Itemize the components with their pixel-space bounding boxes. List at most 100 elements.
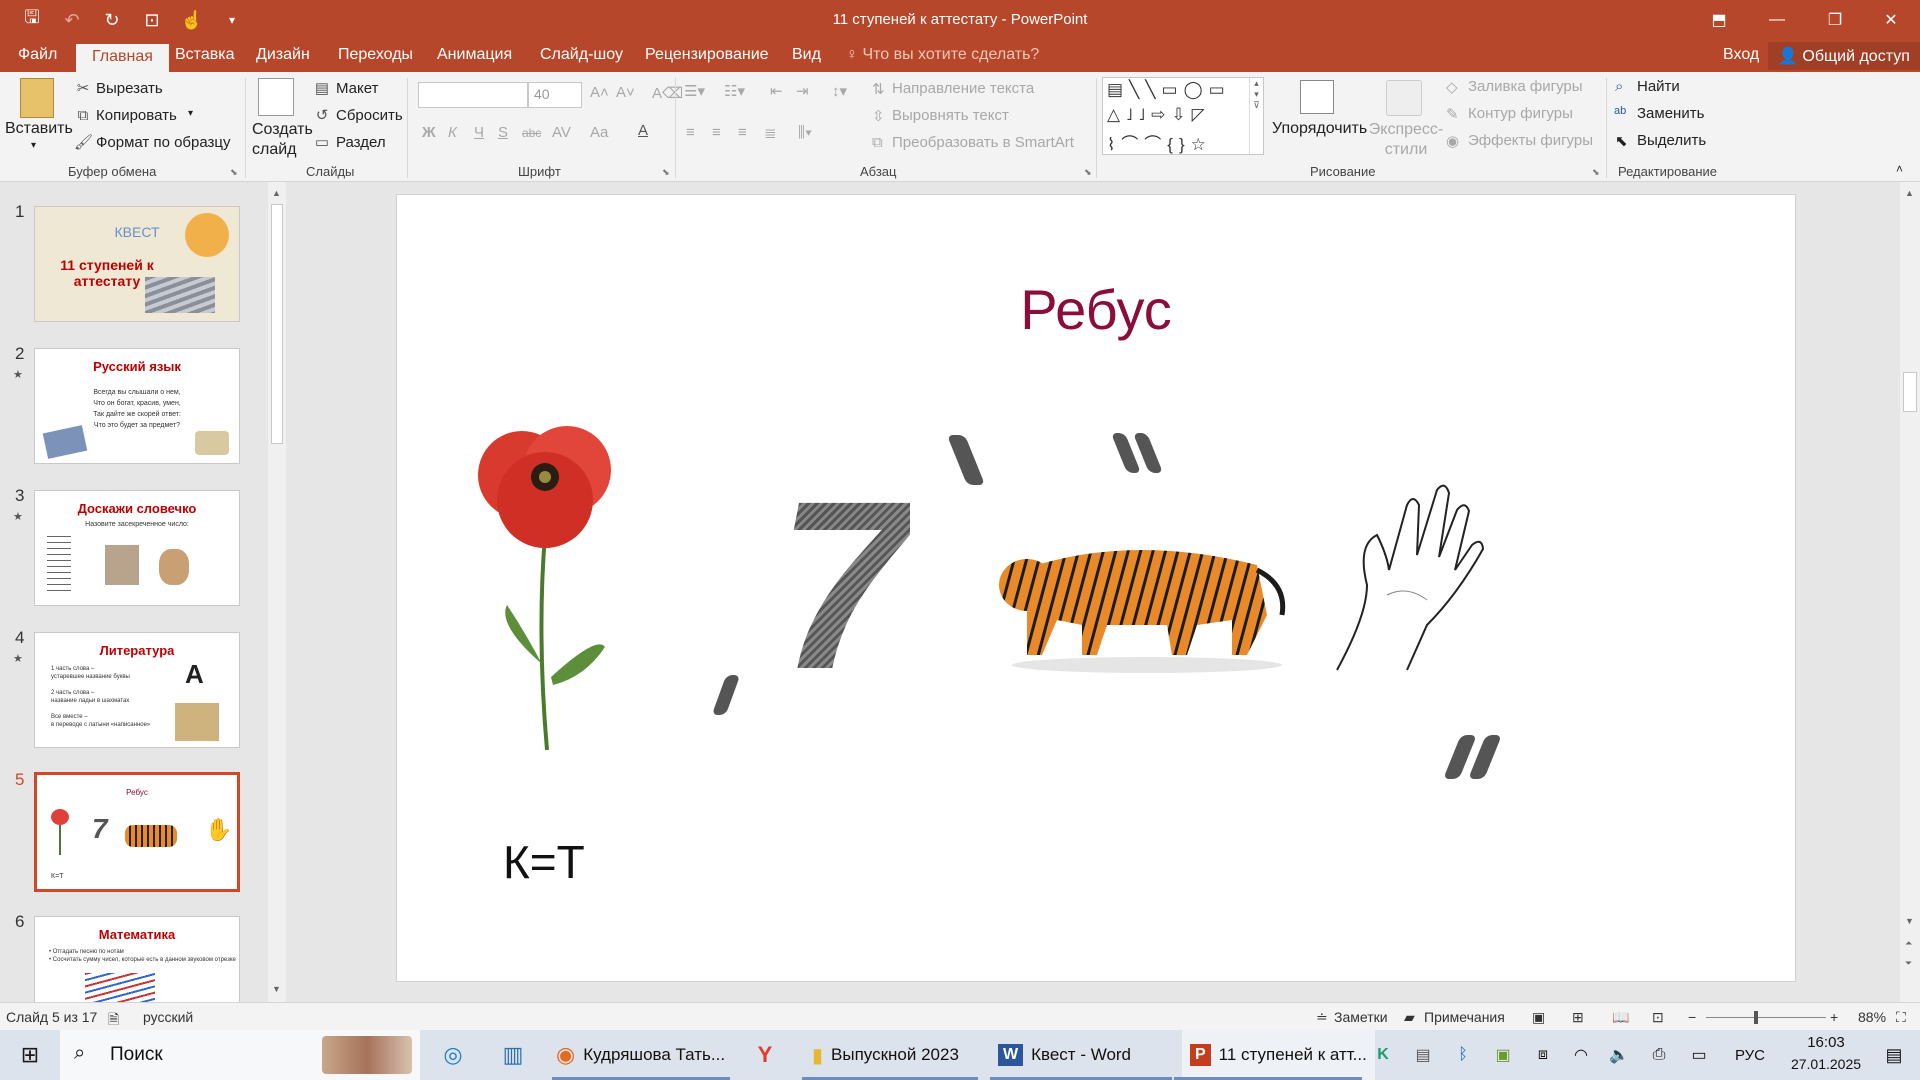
meet-icon[interactable]: ⧈	[1528, 1030, 1558, 1080]
scrollbar-thumb[interactable]	[271, 204, 283, 444]
clipboard-launcher-icon[interactable]: ⬊	[230, 167, 238, 178]
italic-button[interactable]: К	[448, 124, 457, 141]
quick-styles-button[interactable]: Экспресс-стили	[1368, 120, 1444, 160]
nvidia-icon[interactable]: ▣	[1488, 1030, 1518, 1080]
notes-button[interactable]: Заметки	[1334, 1009, 1388, 1025]
kaspersky-icon[interactable]: K	[1368, 1030, 1398, 1080]
slide-thumbnail-2[interactable]: Русский язык Всегда вы слышали о нем, Чт…	[34, 348, 240, 464]
align-text-button[interactable]: Выровнять текст	[892, 107, 1009, 124]
clear-format-icon[interactable]: A⌫	[652, 84, 683, 102]
shapes-row-3[interactable]: ⌇⌒⌒{}☆	[1107, 130, 1212, 155]
smartart-button[interactable]: Преобразовать в SmartArt	[892, 134, 1074, 151]
align-right-icon[interactable]: ≡	[738, 124, 747, 141]
tell-me-box[interactable]: ♀ Что вы хотите сделать?	[846, 46, 1039, 64]
font-launcher-icon[interactable]: ⬊	[662, 167, 670, 178]
zoom-level[interactable]: 88%	[1858, 1009, 1886, 1025]
language-indicator[interactable]: русский	[143, 1009, 193, 1025]
scroll-up-icon[interactable]: ▲	[1905, 188, 1914, 198]
slide-scrollbar[interactable]: ▲ ▼ ⏶ ⏷	[1900, 182, 1920, 1002]
scroll-up-icon[interactable]: ▲	[272, 188, 281, 198]
align-center-icon[interactable]: ≡	[712, 124, 721, 141]
maps-icon[interactable]: ▥	[490, 1030, 536, 1080]
change-case-button[interactable]: Aa	[590, 124, 608, 141]
cut-button[interactable]: Вырезать	[96, 80, 163, 97]
section-button[interactable]: Раздел	[336, 134, 386, 151]
next-slide-icon[interactable]: ⏷	[1905, 958, 1912, 969]
layout-button[interactable]: Макет	[336, 80, 378, 97]
sign-in-link[interactable]: Вход	[1723, 46, 1759, 64]
zoom-slider[interactable]	[1706, 1017, 1826, 1018]
align-left-icon[interactable]: ≡	[686, 124, 695, 141]
replace-button[interactable]: Заменить	[1637, 105, 1704, 122]
ribbon-display-icon[interactable]: ⬒	[1690, 0, 1748, 40]
slide-thumbnail-4[interactable]: Литература 1 часть слова – устаревшее на…	[34, 632, 240, 748]
find-button[interactable]: Найти	[1637, 78, 1680, 95]
shape-fill-button[interactable]: Заливка фигуры	[1468, 78, 1583, 95]
current-slide[interactable]: Ребус 7 К=Т	[396, 194, 1796, 982]
text-direction-button[interactable]: Направление текста	[892, 80, 1034, 97]
tab-transitions[interactable]: Переходы	[338, 46, 413, 64]
clock-date[interactable]: 27.01.2025	[1784, 1056, 1868, 1072]
app-tray-icon[interactable]: ▤	[1408, 1030, 1438, 1080]
font-size-combo[interactable]: 40	[528, 82, 582, 108]
tab-insert[interactable]: Вставка	[175, 46, 234, 64]
edge-icon[interactable]: ◎	[430, 1030, 476, 1080]
taskbar-firefox[interactable]: ◉ Кудряшова Тать...	[556, 1030, 725, 1080]
slide-thumbnail-6[interactable]: Математика • Отгадать песню по нотам • С…	[34, 916, 240, 1002]
comments-button[interactable]: Примечания	[1424, 1009, 1505, 1025]
scrollbar-thumb[interactable]	[1903, 372, 1917, 412]
rebus-digit[interactable]: 7	[777, 465, 910, 705]
paste-button[interactable]: Вставить	[5, 120, 73, 138]
bold-button[interactable]: Ж	[422, 124, 436, 141]
shapes-row-1[interactable]: ▤╲╲▭◯▭	[1107, 80, 1231, 100]
printer-icon[interactable]: ⎙	[1644, 1030, 1674, 1080]
taskbar-folder[interactable]: ▮ Выпускной 2023	[812, 1030, 959, 1080]
search-box[interactable]: ⌕ Поиск	[60, 1030, 420, 1080]
normal-view-icon[interactable]: ▣	[1532, 1009, 1545, 1026]
shrink-font-icon[interactable]: A˅	[616, 84, 635, 101]
tab-review[interactable]: Рецензирование	[645, 46, 769, 64]
slide-sorter-icon[interactable]: ⊞	[1572, 1009, 1584, 1026]
slide-title[interactable]: Ребус	[397, 277, 1795, 342]
minimize-icon[interactable]: —	[1748, 0, 1806, 40]
bullets-icon[interactable]: ☰▾	[684, 82, 705, 100]
tab-animations[interactable]: Анимация	[437, 46, 512, 64]
tiger-image[interactable]	[997, 525, 1297, 675]
shapes-gallery[interactable]: ▤╲╲▭◯▭ △˩˩⇨⇩◸ ⌇⌒⌒{}☆ ▴ ▾ ⊽	[1102, 77, 1264, 155]
tab-home[interactable]: Главная	[76, 44, 169, 72]
notifications-icon[interactable]: ▤	[1876, 1030, 1912, 1080]
taskbar-word[interactable]: W Квест - Word	[998, 1030, 1131, 1080]
slide-hint-text[interactable]: К=Т	[503, 835, 585, 889]
volume-icon[interactable]: 🔈	[1604, 1030, 1634, 1080]
reset-button[interactable]: Сбросить	[336, 107, 403, 124]
zoom-in-icon[interactable]: +	[1830, 1009, 1838, 1025]
zoom-out-icon[interactable]: −	[1688, 1009, 1696, 1025]
yandex-icon[interactable]: Y	[742, 1030, 788, 1080]
fit-to-window-icon[interactable]: ⛶	[1896, 1009, 1906, 1026]
scroll-down-icon[interactable]: ▼	[1905, 916, 1914, 926]
increase-indent-icon[interactable]: ⇥	[796, 82, 809, 100]
restore-icon[interactable]: ❐	[1806, 0, 1864, 40]
shapes-row-2[interactable]: △˩˩⇨⇩◸	[1107, 105, 1211, 125]
paragraph-launcher-icon[interactable]: ⬊	[1084, 167, 1092, 178]
copy-button[interactable]: Копировать	[96, 107, 177, 124]
char-spacing-button[interactable]: AV	[552, 124, 571, 141]
strikethrough-button[interactable]: abc	[522, 126, 541, 140]
wifi-icon[interactable]: ◠	[1566, 1030, 1596, 1080]
clock-time[interactable]: 16:03	[1788, 1034, 1864, 1051]
drawing-launcher-icon[interactable]: ⬊	[1592, 167, 1600, 178]
shapes-gallery-more-icon[interactable]: ▴ ▾ ⊽	[1249, 78, 1263, 154]
select-button[interactable]: Выделить	[1637, 132, 1706, 149]
tab-design[interactable]: Дизайн	[256, 46, 310, 64]
share-button[interactable]: 👤 Общий доступ	[1768, 42, 1920, 70]
copy-dropdown-icon[interactable]: ▾	[188, 108, 193, 119]
slide-thumbnail-1[interactable]: КВЕСТ 11 ступеней к аттестату	[34, 206, 240, 322]
paste-icon[interactable]	[20, 78, 54, 118]
new-slide-button[interactable]: Создать слайд	[252, 120, 313, 160]
input-language[interactable]: РУС	[1730, 1030, 1770, 1080]
font-name-combo[interactable]	[418, 82, 528, 108]
underline-button[interactable]: Ч	[474, 124, 484, 141]
start-icon[interactable]: ⊞	[10, 1030, 50, 1080]
shadow-button[interactable]: S	[498, 124, 508, 141]
new-slide-icon[interactable]	[258, 78, 294, 116]
